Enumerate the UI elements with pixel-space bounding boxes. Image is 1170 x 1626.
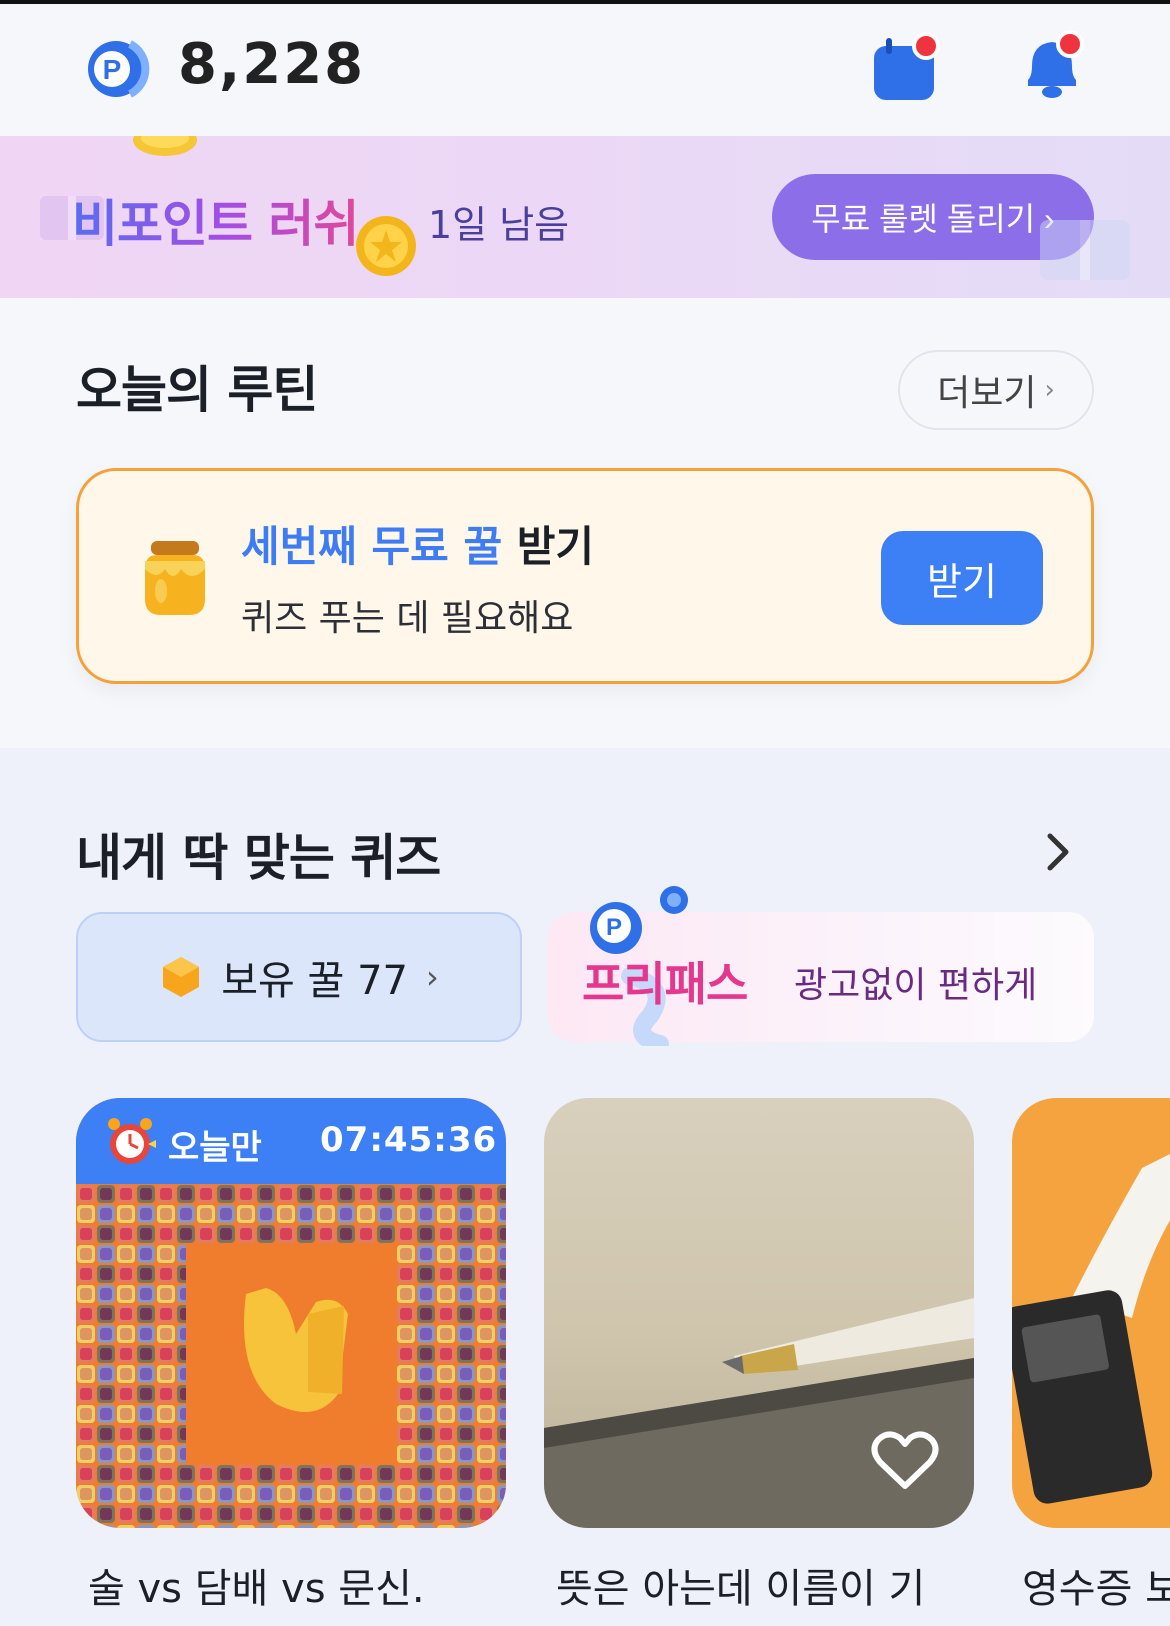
quiz-section: 내게 딱 맞는 퀴즈 보유 꿀 77 › P 프리패스 광고없이 편하게 오늘만… [0,748,1170,1626]
routine-card[interactable]: 세번째 무료 꿀 받기 퀴즈 푸는 데 필요해요 받기 [76,468,1094,684]
chevron-right-icon[interactable] [1040,828,1076,876]
more-label: 더보기 [937,373,1037,414]
quiz-card[interactable] [1012,1098,1170,1528]
points-balance: 8,228 [178,32,366,97]
honey-jar-icon [145,541,205,615]
quiz-card-caption: 뜻은 아는데 이름이 기 [556,1566,926,1612]
svg-text:P: P [103,54,122,85]
svg-text:P: P [606,914,622,941]
freepass-banner[interactable]: P 프리패스 광고없이 편하게 [548,886,1094,1046]
banner-label: 오늘만 [168,1128,262,1168]
quiz-card-caption: 술 vs 담배 vs 문신. [88,1566,425,1612]
freepass-description: 광고없이 편하게 [794,965,1038,1006]
routine-card-title-rest: 받기 [502,522,594,571]
routine-title: 오늘의 루틴 [76,361,318,419]
honey-balance-button[interactable]: 보유 꿀 77 › [76,912,522,1042]
honey-balance-label: 보유 꿀 77 [221,958,408,1004]
routine-card-title: 세번째 무료 꿀 받기 [241,513,594,574]
quiz-thumbnail [76,1184,506,1528]
quiz-card[interactable]: 오늘만 07:45:36 [76,1098,506,1528]
promo-banner[interactable]: 비포인트 러쉬 1일 남음 무료 룰렛 돌리기 › [0,136,1170,298]
promo-remaining-days: 1일 남음 [428,203,570,247]
countdown-timer: 07:45:36 [320,1120,498,1160]
chevron-right-icon: › [1044,375,1055,405]
receive-honey-button[interactable]: 받기 [881,531,1043,625]
calendar-icon[interactable] [872,32,940,102]
today-only-banner: 오늘만 07:45:36 [76,1098,506,1184]
receipt-thumbnail [1012,1154,1170,1504]
promo-title: 비포인트 러쉬 [72,184,359,256]
freepass-title: 프리패스 [582,957,748,1011]
gift-icon [1040,220,1130,280]
bell-icon[interactable] [1018,30,1088,104]
coin-icon [356,216,416,276]
routine-card-title-highlight: 세번째 무료 꿀 [241,522,503,571]
routine-section: 오늘의 루틴 더보기 › 세번째 무료 꿀 받기 퀴즈 푸는 데 필요해요 받기 [0,298,1170,748]
more-button[interactable]: 더보기 › [898,350,1094,430]
honey-hexagon-icon [163,957,200,997]
quiz-card[interactable] [544,1098,974,1528]
quiz-card-caption: 영수증 보 [1022,1566,1170,1612]
routine-card-subtitle: 퀴즈 푸는 데 필요해요 [241,598,574,639]
coin-icon [133,136,197,156]
top-bar: P 8,228 [0,0,1170,136]
quiz-section-title: 내게 딱 맞는 퀴즈 [76,829,441,887]
chevron-right-icon: › [425,958,439,996]
heart-icon[interactable] [870,1428,940,1492]
alarm-clock-icon [108,1118,156,1164]
p-coin-icon: P [88,40,150,98]
